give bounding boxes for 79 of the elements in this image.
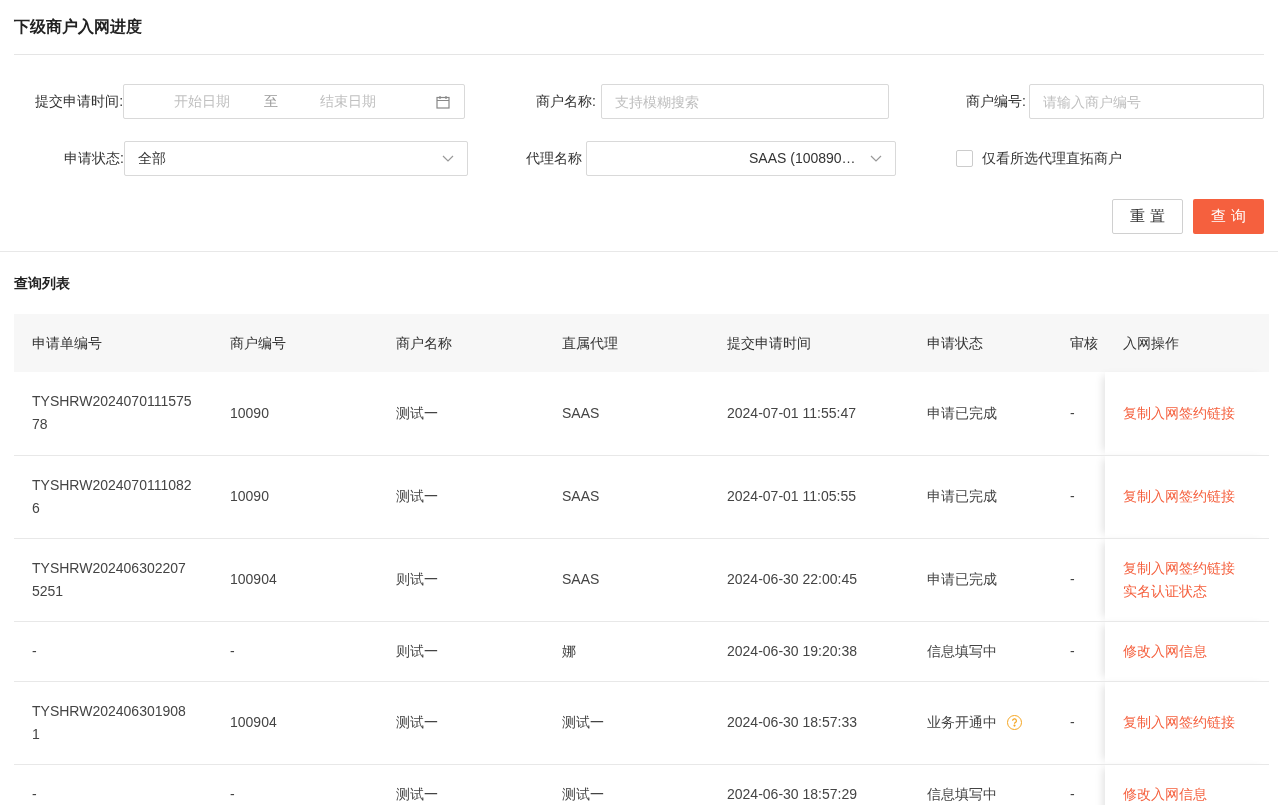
chevron-down-icon	[870, 154, 882, 163]
page-title: 下级商户入网进度	[14, 17, 142, 37]
table-cell-text: 娜	[562, 641, 576, 661]
table-cell-text: -	[1070, 403, 1075, 423]
column-header: 直属代理	[562, 334, 618, 351]
checkbox[interactable]	[956, 150, 973, 167]
table-cell-text: 2024-06-30 18:57:29	[727, 784, 857, 804]
table-cell-text: -	[230, 784, 235, 804]
field-label: 代理名称	[526, 149, 583, 168]
table-cell-text: SAAS	[562, 570, 600, 589]
table-cell-text: 申请已完成	[927, 570, 997, 589]
table-cell-text: 100904	[230, 570, 277, 589]
column-header: 审核	[1070, 334, 1098, 351]
table-cell-text: 测试一	[396, 487, 438, 506]
table-cell-text: 申请已完成	[927, 487, 997, 506]
table-cell-text: -	[32, 784, 38, 804]
agent-select[interactable]: SAAS (100890…	[586, 141, 896, 176]
end-date-placeholder: 结束日期	[320, 92, 377, 111]
table-cell-text: TYSHRW20240701110826	[32, 475, 192, 518]
column-header: 商户编号	[230, 334, 286, 351]
table-cell-text: -	[1070, 641, 1075, 661]
chevron-down-icon	[442, 154, 454, 163]
checkbox-label: 仅看所选代理直拓商户	[982, 149, 1122, 168]
table-cell-text: TYSHRW202407011157578	[32, 392, 192, 435]
table-cell-text: 测试一	[396, 403, 438, 423]
table-cell-text: 2024-06-30 22:00:45	[727, 570, 857, 589]
query-button[interactable]: 查 询	[1193, 199, 1264, 234]
action-link[interactable]: 实名认证状态	[1123, 579, 1207, 603]
table-cell-text: 测试一	[562, 784, 604, 804]
action-link[interactable]: 复制入网签约链接	[1123, 711, 1235, 734]
table-cell-text: 则试一	[396, 570, 438, 589]
table-cell-text: TYSHRW2024063019081	[32, 701, 187, 744]
column-header: 申请状态	[927, 334, 983, 351]
action-link[interactable]: 修改入网信息	[1123, 782, 1207, 805]
reset-button[interactable]: 重 置	[1112, 199, 1183, 234]
section-title: 查询列表	[14, 273, 70, 293]
table-cell-text: -	[1070, 784, 1075, 804]
table-cell-text: -	[1070, 713, 1075, 732]
table-cell-text: SAAS	[562, 403, 600, 423]
action-link[interactable]: 复制入网签约链接	[1123, 556, 1235, 580]
table-cell-text: 2024-07-01 11:55:47	[727, 403, 856, 423]
merchant-name-field[interactable]: 支持模糊搜索	[600, 84, 889, 119]
column-header: 入网操作	[1123, 334, 1179, 351]
table-cell-text: 则试一	[396, 641, 438, 661]
column-header: 商户名称	[396, 334, 452, 351]
table-cell-text: 2024-06-30 18:57:33	[727, 713, 857, 732]
calendar-icon	[435, 94, 450, 109]
field-label: 提交申请时间:	[34, 92, 123, 111]
action-link[interactable]: 修改入网信息	[1123, 639, 1207, 663]
field-label: 申请状态:	[63, 149, 124, 168]
table-cell-text: 信息填写中	[927, 641, 997, 661]
action-link[interactable]: 复制入网签约链接	[1123, 401, 1235, 425]
table-cell-text: -	[1070, 570, 1075, 589]
merchant-number-field[interactable]: 请输入商户编号	[1028, 84, 1264, 119]
table-cell-text: 10090	[230, 487, 269, 506]
table-cell-text: 100904	[230, 713, 277, 732]
table-cell-text: 业务开通中	[927, 713, 997, 732]
table-cell-text: -	[1070, 487, 1075, 506]
column-header: 提交申请时间	[727, 334, 811, 351]
table-cell-text: 测试一	[396, 784, 438, 804]
table-cell-text: SAAS	[562, 487, 600, 506]
field-label: 商户编号:	[964, 92, 1026, 111]
column-header: 申请单编号	[32, 334, 102, 351]
table-cell-text: 10090	[230, 403, 269, 423]
field-label: 商户名称:	[535, 92, 596, 111]
table-cell-text: 信息填写中	[927, 784, 997, 804]
table-cell-text: 2024-07-01 11:05:55	[727, 487, 856, 506]
status-select[interactable]: 全部	[124, 141, 468, 176]
date-range-field[interactable]: 开始日期 至 结束日期	[123, 84, 465, 119]
table-cell-text: -	[32, 641, 38, 661]
table-cell-text: TYSHRW2024063022075251	[32, 558, 187, 601]
table-cell-text: -	[230, 641, 235, 661]
action-link[interactable]: 复制入网签约链接	[1123, 485, 1235, 508]
start-date-placeholder: 开始日期	[174, 92, 231, 111]
table-cell-text: 2024-06-30 19:20:38	[727, 641, 857, 661]
range-separator: 至	[264, 92, 279, 111]
table-cell-text: 申请已完成	[927, 403, 997, 423]
table-cell-text: 测试一	[562, 713, 604, 732]
table-cell-text: 测试一	[396, 713, 438, 732]
